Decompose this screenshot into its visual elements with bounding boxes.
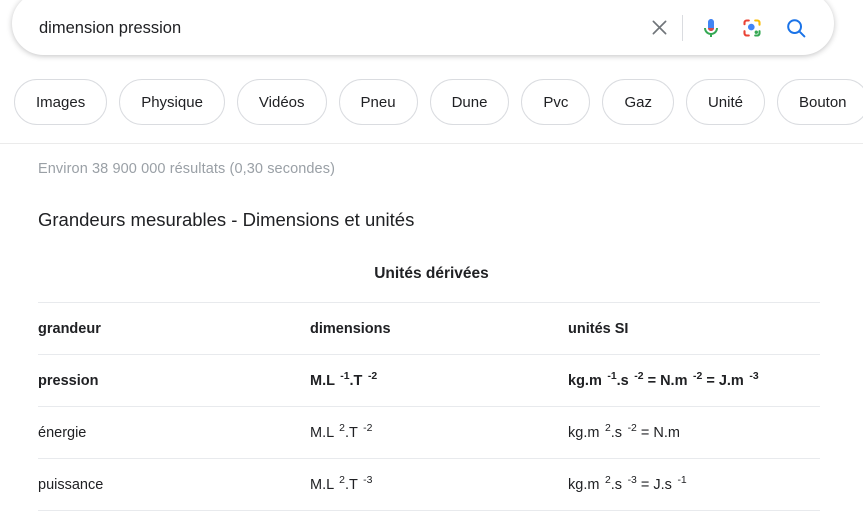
table-row: pressionM.L -1.T -2kg.m -1.s -2 = N.m -2… xyxy=(38,355,820,407)
search-icon[interactable] xyxy=(775,9,817,47)
table-caption: Unités dérivées xyxy=(0,265,863,283)
table-row: énergieM.L 2.T -2kg.m 2.s -2 = N.m xyxy=(38,407,820,459)
units-table: grandeur dimensions unités SI pressionM.… xyxy=(38,302,820,511)
filter-chip-images[interactable]: Images xyxy=(14,79,107,125)
table-head: grandeur dimensions unités SI xyxy=(38,303,820,355)
filter-chip-pvc[interactable]: Pvc xyxy=(521,79,590,125)
cell-grandeur: puissance xyxy=(38,459,310,511)
result-stats: Environ 38 900 000 résultats (0,30 secon… xyxy=(38,161,335,177)
cell-dimensions: M.L -1.T -2 xyxy=(310,355,568,407)
search-box[interactable] xyxy=(12,0,834,55)
close-icon[interactable] xyxy=(640,9,678,47)
filter-chip-bouton[interactable]: Bouton xyxy=(777,79,863,125)
lens-icon[interactable] xyxy=(731,9,773,47)
filter-chip-unité[interactable]: Unité xyxy=(686,79,765,125)
search-input[interactable] xyxy=(39,4,640,44)
cell-dimensions: M.L 2.T -2 xyxy=(310,407,568,459)
table-row: puissanceM.L 2.T -3kg.m 2.s -3 = J.s -1 xyxy=(38,459,820,511)
search-divider xyxy=(682,15,683,41)
filter-chips: Images Physique Vidéos Pneu DunePvc Gaz Unité B… xyxy=(0,78,863,126)
filter-chip-gaz[interactable]: Gaz xyxy=(602,79,674,125)
column-header-unites: unités SI xyxy=(568,303,820,355)
search-region xyxy=(0,0,863,63)
filter-chip-vidéos[interactable]: Vidéos xyxy=(237,79,327,125)
cell-unites: kg.m 2.s -3 = J.s -1 xyxy=(568,459,820,511)
microphone-icon[interactable] xyxy=(691,9,731,47)
cell-unites: kg.m 2.s -2 = N.m xyxy=(568,407,820,459)
filter-chip-pneu[interactable]: Pneu xyxy=(339,79,418,125)
page-title: Grandeurs mesurables - Dimensions et uni… xyxy=(38,209,414,231)
filter-chip-dune[interactable]: Dune xyxy=(430,79,510,125)
table-header-row: grandeur dimensions unités SI xyxy=(38,303,820,355)
table-body: pressionM.L -1.T -2kg.m -1.s -2 = N.m -2… xyxy=(38,355,820,511)
filter-chip-physique[interactable]: Physique xyxy=(119,79,225,125)
column-header-dimensions: dimensions xyxy=(310,303,568,355)
cell-grandeur: énergie xyxy=(38,407,310,459)
cell-unites: kg.m -1.s -2 = N.m -2 = J.m -3 xyxy=(568,355,820,407)
cell-grandeur: pression xyxy=(38,355,310,407)
chips-divider xyxy=(0,143,863,144)
column-header-grandeur: grandeur xyxy=(38,303,310,355)
cell-dimensions: M.L 2.T -3 xyxy=(310,459,568,511)
